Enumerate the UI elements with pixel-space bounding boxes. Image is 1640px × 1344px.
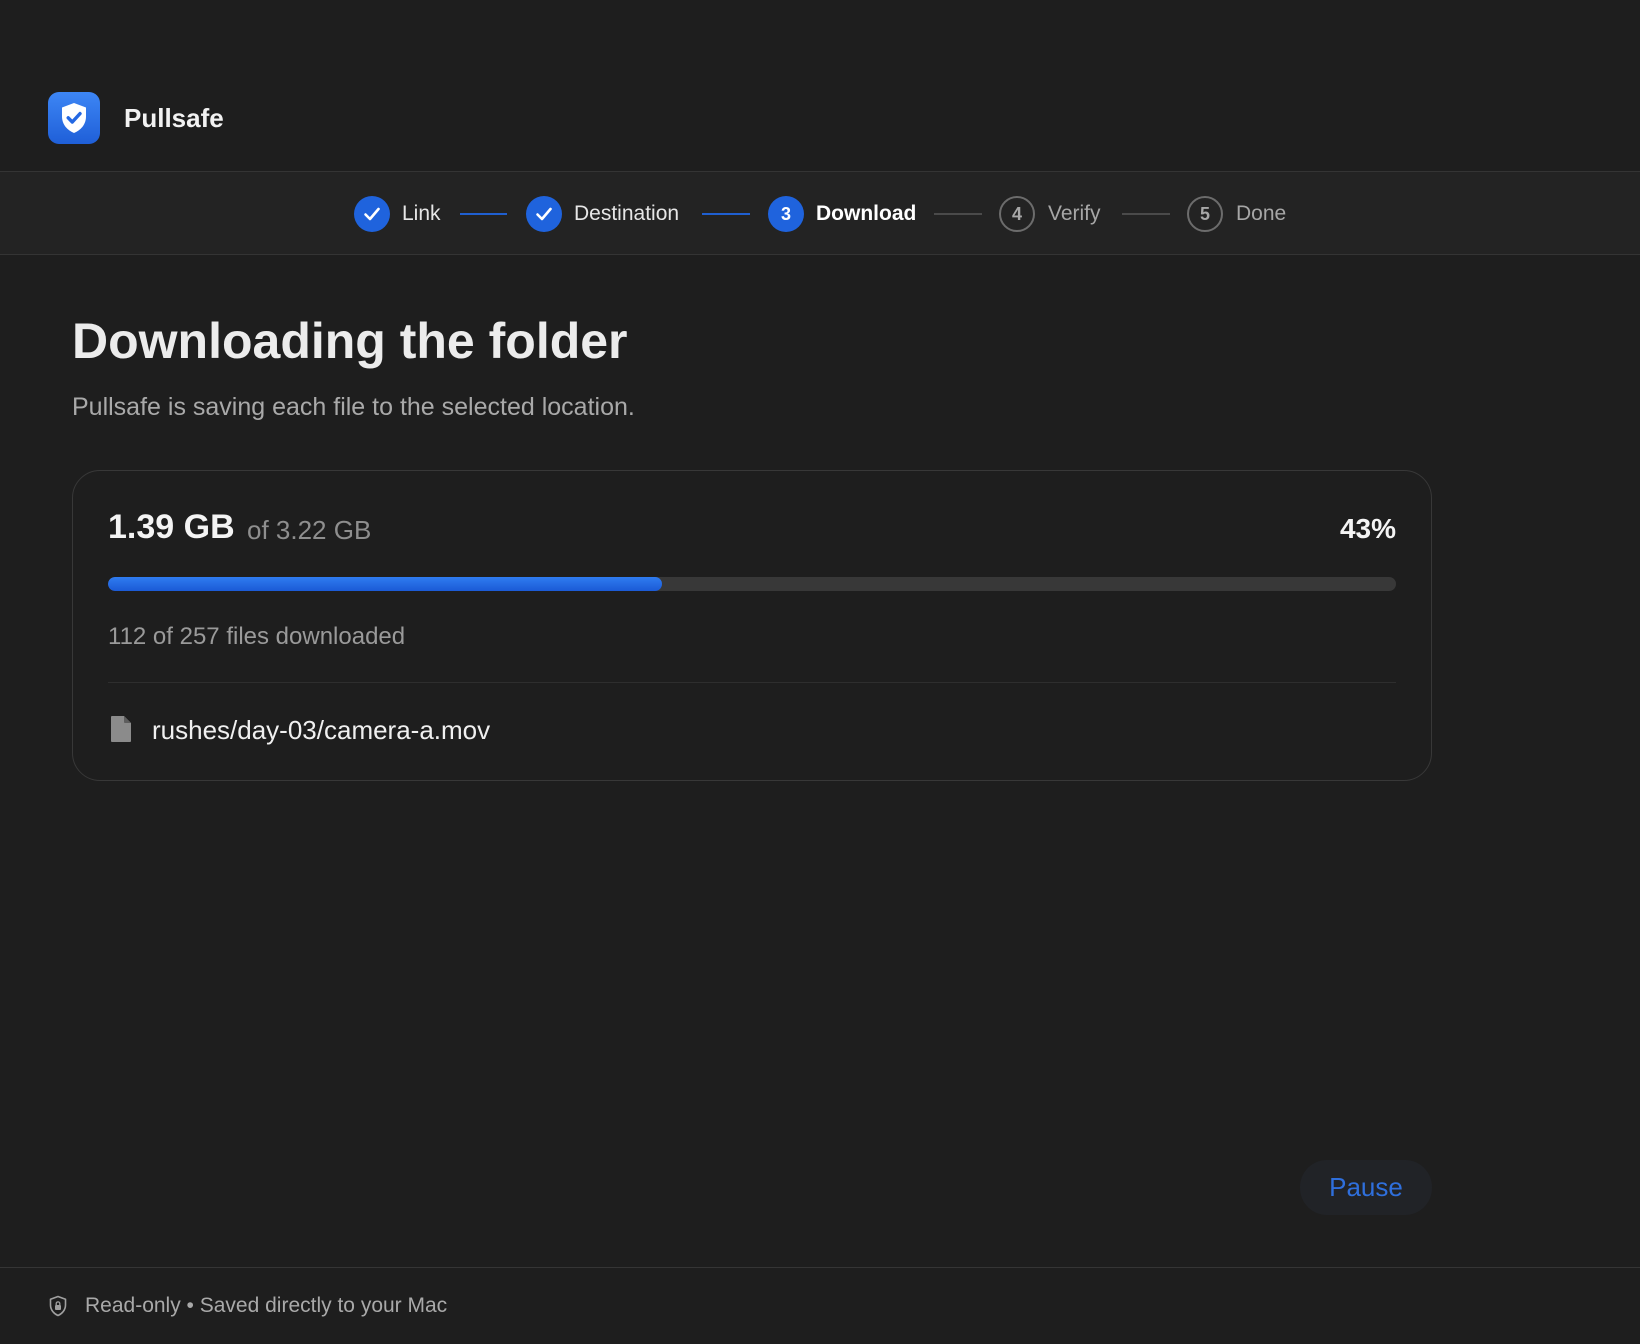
step-download-label: Download bbox=[816, 202, 917, 225]
page-subtitle: Pullsafe is saving each file to the sele… bbox=[72, 393, 635, 421]
step-verify-label: Verify bbox=[1048, 202, 1101, 225]
current-file-path: rushes/day-03/camera-a.mov bbox=[152, 715, 491, 745]
step-destination-check-icon bbox=[526, 196, 562, 232]
total-size: of 3.22 GB bbox=[247, 515, 372, 545]
step-link-check-icon bbox=[354, 196, 390, 232]
app-header: Pullsafe bbox=[0, 0, 1640, 172]
pause-button[interactable]: Pause bbox=[1300, 1160, 1432, 1215]
step-done-label: Done bbox=[1236, 202, 1287, 225]
footer-status-text: Read-only • Saved directly to your Mac bbox=[85, 1294, 448, 1317]
footer: Read-only • Saved directly to your Mac bbox=[0, 1267, 1640, 1344]
shield-check-icon bbox=[48, 92, 100, 144]
step-download-number: 3 bbox=[768, 196, 804, 232]
lock-shield-icon bbox=[49, 1295, 67, 1317]
step-link-label: Link bbox=[402, 202, 441, 225]
progress-bar bbox=[108, 577, 1396, 591]
step-connector bbox=[934, 213, 982, 215]
page-title: Downloading the folder bbox=[72, 313, 628, 369]
step-connector bbox=[1122, 213, 1170, 215]
step-connector bbox=[460, 213, 507, 215]
document-icon bbox=[111, 716, 131, 742]
step-verify-number: 4 bbox=[999, 196, 1035, 232]
card-divider bbox=[108, 682, 1396, 683]
step-connector bbox=[702, 213, 750, 215]
wizard-stepper: Link Destination 3 Download 4 Verify 5 D… bbox=[0, 172, 1640, 255]
download-progress-card: 1.39 GB of 3.22 GB 43% 112 of 257 files … bbox=[72, 470, 1432, 781]
downloaded-size: 1.39 GB bbox=[108, 508, 235, 546]
files-downloaded-count: 112 of 257 files downloaded bbox=[108, 623, 406, 650]
step-done-number: 5 bbox=[1187, 196, 1223, 232]
progress-bar-fill bbox=[108, 577, 662, 591]
step-destination-label: Destination bbox=[574, 202, 680, 225]
progress-percent: 43% bbox=[1339, 513, 1396, 544]
app-name: Pullsafe bbox=[124, 103, 224, 133]
